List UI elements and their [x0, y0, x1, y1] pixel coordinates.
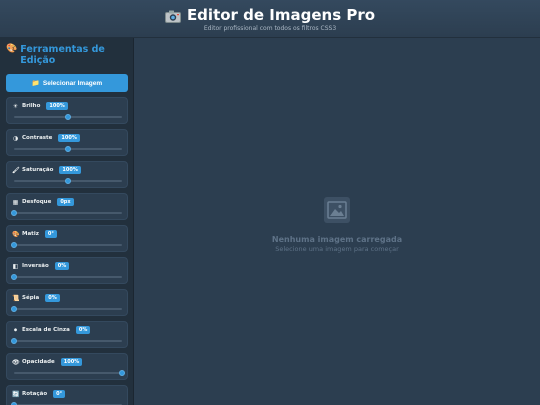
filter-controls: ☀ Brilho 100% ◑ Contraste 100% 🖌 Saturação 100% ▦…: [6, 97, 128, 405]
slider-thumb[interactable]: [65, 146, 71, 152]
camera-icon: [164, 9, 181, 23]
image-icon: [324, 197, 350, 223]
slider-thumb[interactable]: [11, 242, 17, 248]
palette-icon: 🎨: [6, 44, 18, 54]
control-label: Escala de Cinza: [22, 327, 70, 333]
control-header: 🔄 Rotação 0°: [12, 390, 66, 398]
value-badge: 100%: [60, 358, 83, 366]
control-label: Saturação: [22, 167, 54, 173]
sidebar-title: Ferramentas de Edição: [20, 44, 105, 66]
control-header: ◑ Contraste 100%: [12, 134, 80, 142]
control-opacidade: 👁 Opacidade 100%: [6, 353, 128, 380]
control-saturacao: 🖌 Saturação 100%: [6, 161, 128, 188]
image-canvas-area: Nenhuma imagem carregada Selecione uma i…: [134, 38, 540, 405]
value-badge: 0%: [45, 294, 60, 302]
empty-state-subtitle: Selecione uma imagem para começar: [275, 245, 399, 253]
select-image-button[interactable]: 📁 Selecionar Imagem: [6, 74, 128, 92]
escala-slider[interactable]: [11, 338, 122, 344]
rotacao-icon: 🔄: [12, 390, 20, 398]
control-header: 👁 Opacidade 100%: [12, 358, 83, 366]
matiz-slider[interactable]: [11, 242, 122, 248]
select-image-label: Selecionar Imagem: [42, 79, 103, 87]
folder-icon: 📁: [31, 80, 40, 87]
empty-state-title: Nenhuma imagem carregada: [271, 235, 403, 244]
inversao-icon: ◧: [12, 262, 19, 270]
control-header: ⚫ Escala de Cinza 0%: [12, 326, 91, 334]
control-rotacao: 🔄 Rotação 0°: [6, 385, 128, 405]
slider-thumb[interactable]: [11, 338, 17, 344]
brilho-icon: ☀: [12, 102, 19, 110]
value-badge: 0°: [44, 230, 57, 238]
control-label: Rotação: [22, 391, 48, 397]
control-label: Matiz: [22, 231, 39, 237]
opacidade-slider[interactable]: [14, 370, 125, 376]
value-badge: 100%: [58, 134, 80, 142]
brilho-slider[interactable]: [14, 114, 122, 120]
matiz-icon: 🎨: [12, 230, 20, 238]
control-header: 🖌 Saturação 100%: [12, 166, 81, 174]
inversao-slider[interactable]: [11, 274, 122, 280]
control-label: Sépia: [22, 295, 40, 301]
control-header: 🎨 Matiz 0°: [12, 230, 57, 238]
contraste-slider[interactable]: [14, 146, 122, 152]
sepia-icon: 📜: [12, 294, 20, 302]
control-escala: ⚫ Escala de Cinza 0%: [6, 321, 128, 348]
tools-sidebar: 🎨 Ferramentas de Edição 📁 Selecionar Ima…: [0, 38, 134, 405]
slider-thumb[interactable]: [65, 178, 71, 184]
control-label: Brilho: [22, 103, 41, 109]
slider-thumb[interactable]: [119, 370, 125, 376]
control-label: Inversão: [22, 263, 49, 269]
slider-thumb[interactable]: [65, 114, 71, 120]
slider-thumb[interactable]: [11, 210, 17, 216]
value-badge: 0%: [75, 326, 91, 334]
contraste-icon: ◑: [12, 134, 19, 142]
slider-thumb[interactable]: [11, 274, 17, 280]
control-header: ☀ Brilho 100%: [12, 102, 68, 110]
saturacao-icon: 🖌: [12, 166, 20, 174]
value-badge: 0°: [53, 390, 66, 398]
desfoque-slider[interactable]: [11, 210, 122, 216]
app-header: Editor de Imagens Pro Editor profissiona…: [0, 0, 540, 38]
sidebar-title-row: 🎨 Ferramentas de Edição: [6, 44, 127, 68]
app-title-row: Editor de Imagens Pro: [0, 6, 540, 24]
control-inversao: ◧ Inversão 0%: [6, 257, 128, 284]
app-title: Editor de Imagens Pro: [186, 6, 376, 24]
control-label: Desfoque: [22, 199, 52, 205]
escala-icon: ⚫: [12, 326, 19, 334]
app-subtitle: Editor profissional com todos os filtros…: [203, 25, 337, 32]
slider-thumb[interactable]: [11, 306, 17, 312]
control-desfoque: ▦ Desfoque 0px: [6, 193, 128, 220]
control-header: ◧ Inversão 0%: [12, 262, 70, 270]
sepia-slider[interactable]: [11, 306, 122, 312]
value-badge: 0%: [54, 262, 70, 270]
value-badge: 100%: [59, 166, 81, 174]
control-header: 📜 Sépia 0%: [12, 294, 60, 302]
control-contraste: ◑ Contraste 100%: [6, 129, 128, 156]
desfoque-icon: ▦: [12, 198, 19, 206]
opacidade-icon: 👁: [12, 358, 20, 366]
control-sepia: 📜 Sépia 0%: [6, 289, 128, 316]
value-badge: 0px: [57, 198, 74, 206]
control-brilho: ☀ Brilho 100%: [6, 97, 128, 124]
control-label: Contraste: [22, 135, 53, 141]
control-header: ▦ Desfoque 0px: [12, 198, 74, 206]
value-badge: 100%: [46, 102, 68, 110]
saturacao-slider[interactable]: [14, 178, 122, 184]
control-matiz: 🎨 Matiz 0°: [6, 225, 128, 252]
control-label: Opacidade: [22, 359, 55, 365]
